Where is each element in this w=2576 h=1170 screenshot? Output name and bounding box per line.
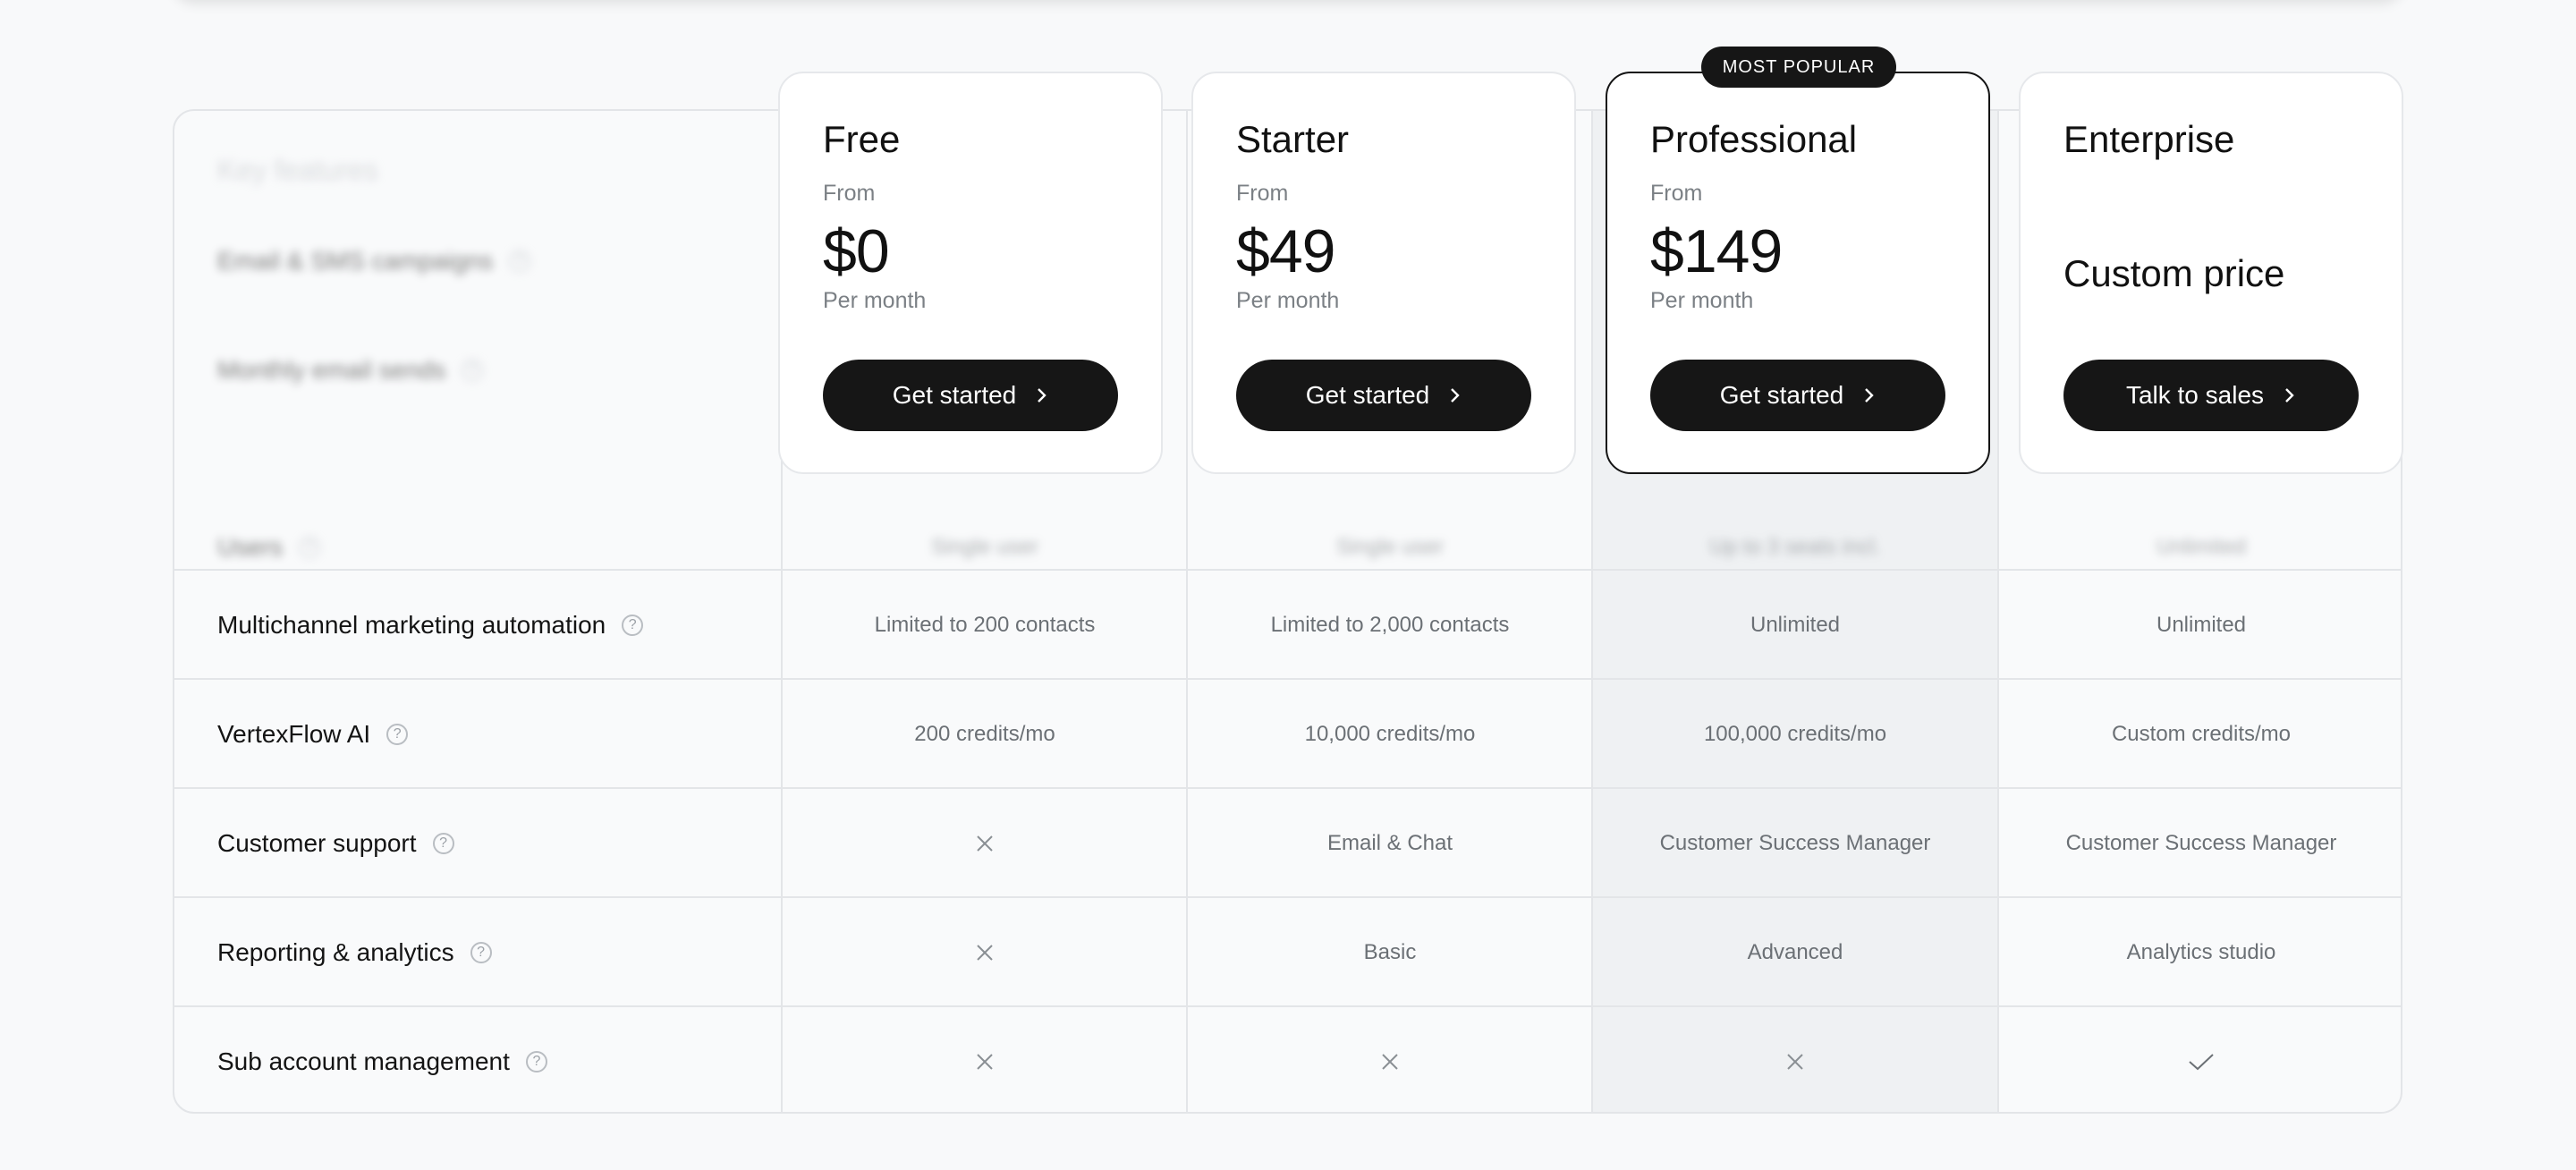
- chevron-right-icon: [1451, 388, 1460, 403]
- plan-price: $0: [823, 217, 890, 285]
- table-row: Customer support ? Email & Chat Customer…: [174, 789, 2401, 898]
- plan-name: Free: [823, 118, 901, 160]
- get-started-button-free[interactable]: Get started: [823, 360, 1118, 431]
- plan-cell: Basic: [1363, 940, 1417, 964]
- get-started-button-starter[interactable]: Get started: [1236, 360, 1531, 431]
- plan-cell: Custom credits/mo: [2111, 722, 2292, 746]
- plan-name: Enterprise: [2063, 118, 2235, 160]
- plan-cell: Email & Chat: [1326, 831, 1453, 855]
- plan-cell: Limited to 2,000 contacts: [1270, 613, 1510, 637]
- price-period: Per month: [1650, 288, 1754, 313]
- check-icon: [2189, 1054, 2214, 1071]
- plan-name: Professional: [1650, 118, 1858, 160]
- plan-cell: [1999, 1007, 2401, 1112]
- plan-cell: [783, 789, 1187, 898]
- feature-label: Email & SMS campaigns ?: [217, 243, 531, 279]
- price-period: Per month: [1236, 288, 1340, 313]
- plan-card-enterprise: Enterprise Custom price Talk to sales: [2019, 72, 2403, 474]
- plan-card-starter: Starter From $49 Per month Get started: [1191, 72, 1576, 474]
- plan-cell: Limited to 200 contacts: [874, 613, 1096, 637]
- plan-name: Starter: [1236, 118, 1350, 160]
- table-row: Sub account management ?: [174, 1007, 2401, 1112]
- most-popular-badge: MOST POPULAR: [1701, 47, 1896, 88]
- plan-cell: Unlimited: [1750, 613, 1841, 637]
- feature-label: Monthly email sends ?: [217, 352, 484, 388]
- plan-cell: [783, 1007, 1187, 1112]
- plan-price: $149: [1650, 217, 1783, 285]
- plan-card-free: Free From $0 Per month Get started: [778, 72, 1163, 474]
- plan-cell: Customer Success Manager: [2065, 831, 2337, 855]
- question-circle-icon[interactable]: ?: [470, 942, 492, 963]
- chevron-right-icon: [2285, 388, 2294, 403]
- x-icon: [977, 1054, 993, 1070]
- get-started-button-professional[interactable]: Get started: [1650, 360, 1945, 431]
- plan-price: $49: [1236, 217, 1335, 285]
- plan-card-professional: Professional From $149 Per month Get sta…: [1606, 72, 1990, 474]
- plan-cell: [783, 898, 1187, 1007]
- question-circle-icon: ?: [509, 250, 531, 272]
- question-circle-icon[interactable]: ?: [386, 724, 409, 745]
- feature-label: Reporting & analytics ?: [217, 898, 492, 1007]
- x-icon: [977, 945, 993, 961]
- chevron-right-icon: [1038, 388, 1046, 403]
- chevron-right-icon: [1865, 388, 1874, 403]
- table-row: VertexFlow AI ? 200 credits/mo 10,000 cr…: [174, 680, 2401, 789]
- plan-cell: Customer Success Manager: [1659, 831, 1931, 855]
- plan-cell: 200 credits/mo: [914, 722, 1055, 746]
- feature-label: Customer support ?: [217, 789, 454, 898]
- feature-label: Sub account management ?: [217, 1007, 547, 1112]
- talk-to-sales-button[interactable]: Talk to sales: [2063, 360, 2359, 431]
- question-circle-icon[interactable]: ?: [432, 833, 454, 854]
- plan-cell: 100,000 credits/mo: [1703, 722, 1887, 746]
- plan-cell: [1188, 1007, 1592, 1112]
- question-circle-icon[interactable]: ?: [525, 1051, 547, 1072]
- price-period: Per month: [823, 288, 927, 313]
- price-prefix: From: [823, 181, 876, 206]
- feature-label: Multichannel marketing automation ?: [217, 571, 644, 680]
- table-row: Reporting & analytics ? Basic Advanced A…: [174, 898, 2401, 1007]
- x-icon: [977, 835, 993, 852]
- plan-price: Custom price: [2063, 252, 2285, 294]
- table-row: Multichannel marketing automation ? Limi…: [174, 571, 2401, 680]
- plan-cell: Unlimited: [2156, 613, 2247, 637]
- plan-cell: Analytics studio: [2126, 940, 2276, 964]
- x-icon: [1787, 1054, 1803, 1070]
- plan-cell: 10,000 credits/mo: [1304, 722, 1476, 746]
- table-header: Key features: [217, 154, 378, 186]
- question-circle-icon: ?: [299, 537, 321, 558]
- price-prefix: From: [1236, 181, 1289, 206]
- question-circle-icon[interactable]: ?: [622, 615, 644, 636]
- x-icon: [1382, 1054, 1398, 1070]
- plan-cell: Advanced: [1747, 940, 1843, 964]
- feature-label: VertexFlow AI ?: [217, 680, 409, 789]
- price-prefix: From: [1650, 181, 1703, 206]
- question-circle-icon: ?: [462, 360, 484, 381]
- plan-cell: [1593, 1007, 1997, 1112]
